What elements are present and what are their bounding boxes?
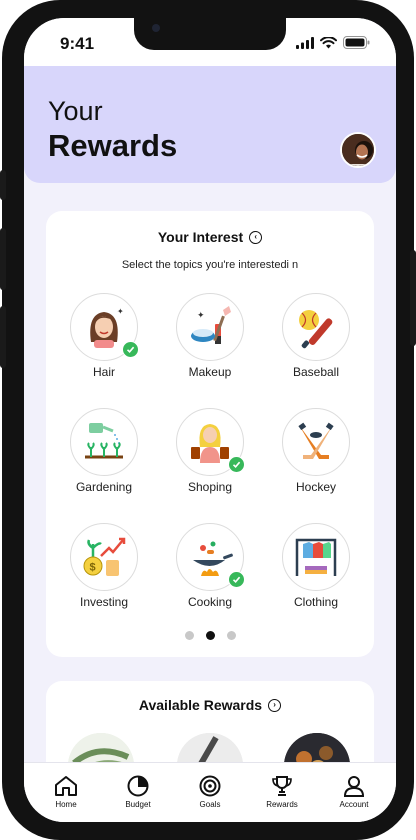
baseball-icon (299, 310, 333, 349)
topic-shopping[interactable]: Shoping (160, 408, 260, 494)
tab-label: Home (55, 800, 77, 809)
shopping-icon (191, 424, 229, 463)
tab-label: Budget (125, 800, 151, 809)
selected-check-icon (122, 341, 139, 358)
tab-home[interactable]: Home (36, 763, 96, 822)
svg-text:$: $ (90, 562, 96, 574)
topic-investing-circle: $ (70, 523, 138, 591)
status-icons (296, 36, 370, 49)
topic-makeup[interactable]: ✦ Makeup (160, 293, 260, 379)
camera-icon (152, 24, 160, 32)
bottom-tab-bar: Home Budget Goals Rewards Account (24, 762, 396, 822)
tab-account[interactable]: Account (324, 763, 384, 822)
topic-hockey[interactable]: Hockey (266, 408, 366, 494)
avatar[interactable] (340, 132, 376, 168)
topic-label: Gardening (75, 480, 133, 494)
topic-label: Cooking (187, 595, 233, 609)
trophy-icon (272, 776, 292, 796)
topic-hair[interactable]: ✦ Hair (54, 293, 154, 379)
rewards-title: Available Rewards (138, 697, 263, 713)
page-dot[interactable] (184, 631, 194, 640)
mute-switch (0, 170, 6, 200)
selected-check-icon (228, 571, 245, 588)
target-icon (199, 775, 221, 797)
topic-hockey-circle (282, 408, 350, 476)
topic-label: Makeup (188, 365, 232, 379)
tab-label: Rewards (266, 800, 298, 809)
chevron-left-circle-icon[interactable]: ‹ (249, 230, 263, 244)
tab-goals[interactable]: Goals (180, 763, 240, 822)
topic-investing[interactable]: $ Investing (54, 523, 154, 609)
topic-cooking-circle (176, 523, 245, 591)
selected-check-icon (228, 456, 245, 473)
hockey-icon (298, 422, 334, 459)
volume-down-button (0, 306, 6, 368)
svg-text:✦: ✦ (117, 307, 124, 316)
topic-hair-circle: ✦ (70, 293, 139, 361)
tab-budget[interactable]: Budget (108, 763, 168, 822)
topic-clothing[interactable]: Clothing (266, 523, 366, 609)
topic-baseball[interactable]: Baseball (266, 293, 366, 379)
topic-label: Hair (92, 365, 115, 379)
pie-chart-icon (127, 775, 149, 797)
page-title: Rewards (48, 128, 178, 163)
wifi-icon (320, 36, 337, 48)
topic-clothing-circle (282, 523, 350, 591)
avatar-photo-icon (342, 134, 374, 166)
topic-gardening-circle (70, 408, 138, 476)
interest-subtitle: Select the topics you're interestedi n (121, 259, 299, 271)
power-button (410, 250, 416, 346)
rewards-card-header: Available Rewards › (46, 697, 374, 713)
status-time: 9:41 (60, 34, 95, 53)
volume-up-button (0, 228, 6, 290)
signal-icon (296, 36, 314, 49)
topic-label: Hockey (295, 480, 336, 494)
topic-label: Clothing (293, 595, 339, 609)
page-header: Your Rewards (24, 66, 396, 183)
tab-label: Goals (199, 800, 221, 809)
topic-label: Investing (79, 595, 129, 609)
user-icon (343, 776, 365, 797)
phone-frame: 9:41 Your Rewards Your Interest ‹ Select… (0, 0, 416, 840)
topic-label: Shoping (187, 480, 233, 494)
tab-label: Account (339, 800, 369, 809)
page-dot-active[interactable] (205, 631, 215, 640)
page-dot[interactable] (226, 631, 236, 640)
chevron-right-circle-icon[interactable]: › (268, 698, 282, 712)
interest-title: Your Interest (157, 229, 244, 245)
app-screen: 9:41 Your Rewards Your Interest ‹ Select… (24, 18, 396, 822)
investing-icon: $ (83, 537, 126, 576)
topic-gardening[interactable]: Gardening (54, 408, 154, 494)
topic-cooking[interactable]: Cooking (160, 523, 260, 609)
topic-shopping-circle (176, 408, 245, 476)
gardening-icon (85, 423, 123, 459)
topic-makeup-circle: ✦ (176, 293, 244, 361)
topic-label: Baseball (292, 365, 340, 379)
pagination-dots (46, 631, 374, 640)
makeup-icon: ✦ (191, 306, 231, 344)
battery-icon (343, 36, 370, 49)
tab-rewards[interactable]: Rewards (252, 763, 312, 822)
topic-baseball-circle (282, 293, 350, 361)
interest-card-header: Your Interest ‹ (46, 229, 374, 245)
notch (134, 18, 286, 50)
page-title-line1: Your (48, 96, 103, 126)
cooking-icon (193, 541, 233, 576)
svg-text:✦: ✦ (197, 310, 205, 320)
hair-icon: ✦ (90, 307, 124, 348)
interest-card: Your Interest ‹ Select the topics you're… (46, 211, 374, 657)
home-icon (55, 776, 77, 796)
clothing-icon (295, 538, 337, 576)
